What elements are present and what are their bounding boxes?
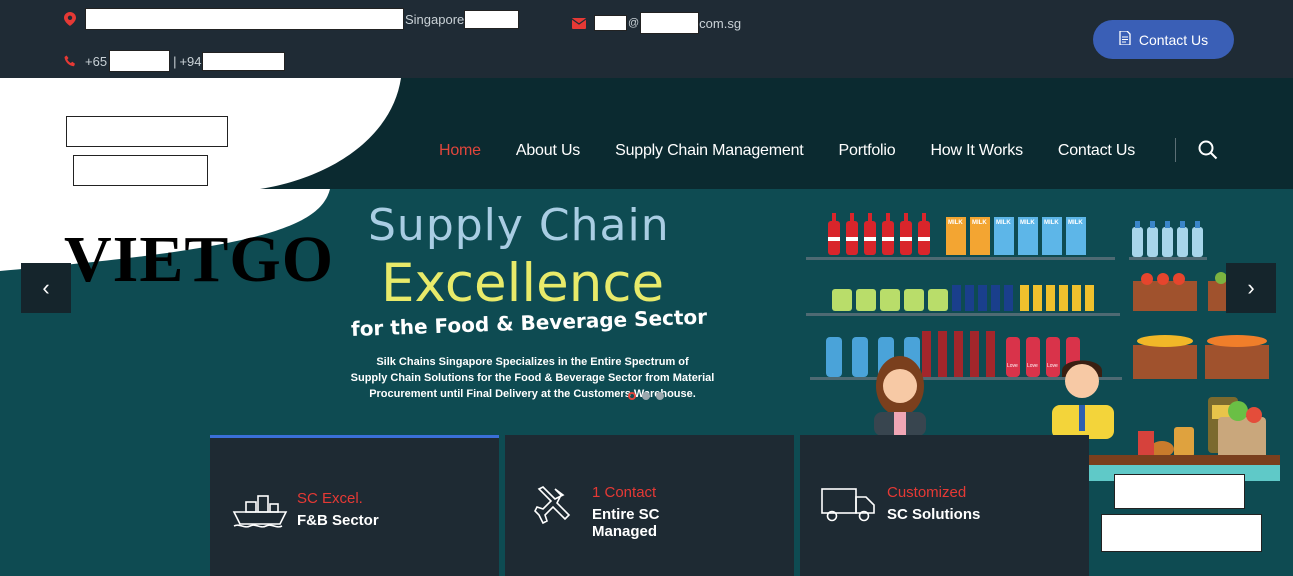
nav-item-supply-chain-management[interactable]: Supply Chain Management	[615, 142, 804, 160]
redacted-logo-bottom	[73, 155, 208, 186]
redacted-email-user	[594, 15, 627, 31]
site-logo-text[interactable]: VIETGO	[64, 222, 334, 298]
svg-text:MILK: MILK	[1044, 220, 1059, 226]
svg-text:MILK: MILK	[972, 220, 987, 226]
hero-description-line: Supply Chain Solutions for the Food & Be…	[350, 372, 715, 384]
email-suffix: com.sg	[699, 15, 742, 31]
svg-text:Love: Love	[1027, 363, 1038, 369]
feature-card-title: SC Excel.	[297, 490, 363, 507]
feature-card-subtitle: F&B Sector	[297, 512, 379, 529]
email-at-icon: @	[628, 17, 640, 29]
food-counter-illustration	[1088, 397, 1280, 481]
hero-description-line: Silk Chains Singapore Specializes in the…	[376, 356, 689, 368]
shelf	[1129, 257, 1207, 260]
phone-prefix-2: +94	[179, 53, 202, 69]
redacted-address	[85, 8, 404, 30]
milk-cartons-illustration: MILK MILK MILK MILK MILK MILK	[946, 217, 1086, 255]
redacted-phone-2	[201, 51, 285, 71]
address-row: Singapore	[63, 8, 520, 30]
slider-dot[interactable]	[628, 392, 636, 400]
redacted-address-end	[464, 9, 520, 29]
svg-text:MILK: MILK	[1068, 220, 1083, 226]
shelf	[806, 257, 1115, 260]
ship-icon	[232, 495, 288, 528]
hero-title-line1: Supply Chain	[368, 200, 670, 251]
water-bottles-illustration	[1132, 221, 1203, 257]
svg-text:Love: Love	[1007, 363, 1018, 369]
slider-prev-button[interactable]: ‹	[21, 263, 71, 313]
nav-item-contact-us[interactable]: Contact Us	[1058, 142, 1135, 160]
nav-item-portfolio[interactable]: Portfolio	[839, 142, 896, 160]
nav-item-how-it-works[interactable]: How It Works	[930, 142, 1023, 160]
slider-dots	[628, 392, 664, 400]
feature-card-subtitle: SC Solutions	[887, 506, 981, 523]
email-row[interactable]: @ com.sg	[572, 12, 741, 34]
cola-bottles-illustration	[828, 213, 930, 255]
phone-prefix-1: +65	[85, 53, 108, 69]
slider-dot[interactable]	[656, 392, 664, 400]
main-nav: Home About Us Supply Chain Management Po…	[439, 142, 1170, 160]
nav-divider	[1175, 138, 1176, 162]
slider-dot[interactable]	[642, 392, 650, 400]
location-pin-icon	[63, 12, 77, 26]
redacted-watermark-top	[1114, 474, 1245, 509]
nav-item-home[interactable]: Home	[439, 142, 481, 160]
plane-icon	[534, 486, 571, 525]
truck-icon	[821, 488, 875, 522]
contact-us-button[interactable]: Contact Us	[1093, 20, 1234, 59]
shop-woman-illustration	[874, 356, 926, 436]
search-icon[interactable]	[1198, 140, 1218, 160]
feature-card-title: Customized	[887, 484, 967, 501]
redacted-logo-top	[66, 116, 228, 147]
feature-card-subtitle: Entire SC Managed	[592, 506, 660, 540]
svg-text:MILK: MILK	[1020, 220, 1035, 226]
contact-us-button-label: Contact Us	[1138, 31, 1209, 48]
svg-text:MILK: MILK	[996, 220, 1011, 226]
phone-row[interactable]: +65 | +94	[63, 50, 285, 72]
chevron-left-icon: ‹	[42, 275, 50, 300]
chevron-right-icon: ›	[1247, 275, 1255, 300]
feature-card-title: 1 Contact	[592, 484, 657, 501]
envelope-icon	[572, 16, 586, 30]
nav-item-about-us[interactable]: About Us	[516, 142, 580, 160]
address-suffix: Singapore	[405, 11, 465, 27]
document-icon	[1119, 30, 1131, 48]
slider-next-button[interactable]: ›	[1226, 263, 1276, 313]
phone-separator: |	[173, 53, 177, 69]
svg-text:MILK: MILK	[948, 220, 963, 226]
redacted-email-domain	[640, 12, 700, 34]
shelf	[806, 313, 1120, 316]
redacted-phone-1	[109, 50, 171, 72]
hero-title-line2: Excellence	[381, 253, 665, 314]
jars-illustration	[832, 285, 1094, 311]
redacted-watermark-bottom	[1101, 514, 1262, 552]
feature-card[interactable]: 1 Contact Entire SC Managed	[505, 435, 794, 576]
phone-icon	[63, 54, 77, 68]
top-bar: Singapore @ com.sg +65 | +94 Contact Us	[0, 0, 1293, 78]
feature-card[interactable]: SC Excel. F&B Sector	[210, 435, 499, 576]
feature-card[interactable]: Customized SC Solutions	[800, 435, 1089, 576]
